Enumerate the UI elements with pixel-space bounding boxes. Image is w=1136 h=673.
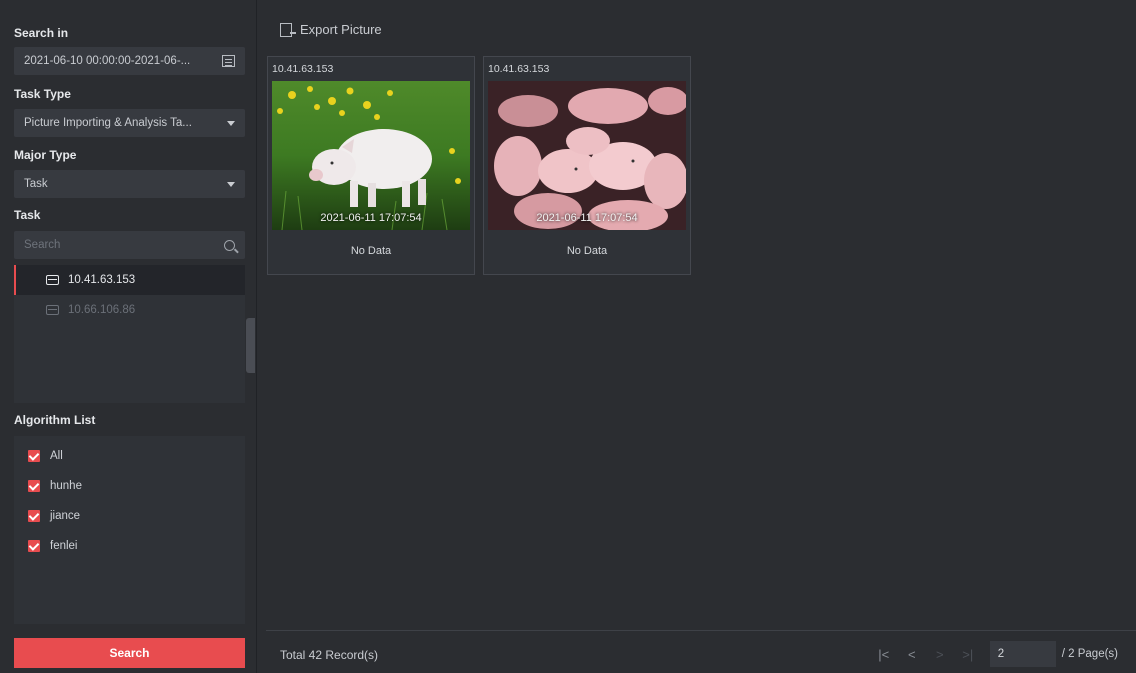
prev-page-icon[interactable]: < [898,647,926,662]
task-tree: 10.41.63.153 10.66.106.86 [14,265,245,403]
export-picture-button[interactable]: Export Picture [280,22,382,37]
page-total: / 2 Page(s) [1061,648,1118,660]
card-ip: 10.41.63.153 [272,63,334,75]
page-number-input[interactable] [989,641,1056,667]
search-button[interactable]: Search [14,638,245,668]
search-icon[interactable] [224,239,235,251]
time-range-value: 2021-06-10 00:00:00-2021-06-... [24,55,191,67]
collapse-panel-handle[interactable] [246,318,255,373]
algorithm-item-hunhe[interactable]: hunhe [14,471,245,501]
task-item-10-41-63-153[interactable]: 10.41.63.153 [14,265,245,295]
last-page-icon[interactable]: >| [954,647,982,662]
task-label: Task [14,208,41,222]
task-type-select[interactable]: Picture Importing & Analysis Ta... [14,109,245,137]
chevron-down-icon [227,181,235,187]
checkbox-checked-icon[interactable] [28,450,40,462]
result-image-piglets[interactable]: 2021-06-11 17:07:54 [488,81,686,230]
major-type-value: Task [24,178,48,190]
major-type-select[interactable]: Task [14,170,245,198]
algorithm-list-label: Algorithm List [14,413,96,427]
first-page-icon[interactable]: |< [870,647,898,662]
calendar-icon[interactable] [222,55,235,67]
export-picture-label: Export Picture [300,22,382,37]
card-status: No Data [350,245,392,257]
left-panel: Search in 2021-06-10 00:00:00-2021-06-..… [0,0,257,673]
algorithm-label: hunhe [50,480,82,492]
task-item-10-66-106-86[interactable]: 10.66.106.86 [14,295,245,325]
task-search-placeholder: Search [24,239,61,251]
export-icon [280,22,296,37]
pig-on-grass-image [272,81,470,230]
card-timestamp: 2021-06-11 17:07:54 [320,212,422,224]
task-item-label: 10.66.106.86 [68,304,136,316]
piglets-group-image [488,81,686,230]
next-page-icon[interactable]: > [926,647,954,662]
card-ip: 10.41.63.153 [488,63,550,75]
checkbox-checked-icon[interactable] [28,510,40,522]
device-icon [46,305,59,315]
task-search-input[interactable]: Search [14,231,245,259]
card-status: No Data [566,245,608,257]
result-card[interactable]: 10.41.63.153 2021-06-11 17:07:54 No Data [267,56,475,275]
device-icon [46,275,59,285]
checkbox-checked-icon[interactable] [28,540,40,552]
checkbox-checked-icon[interactable] [28,480,40,492]
card-timestamp: 2021-06-11 17:07:54 [536,212,638,224]
algorithm-label: fenlei [50,540,78,552]
main-content: Export Picture 10.41.63.153 2021-06-11 1… [258,0,1136,673]
result-card[interactable]: 10.41.63.153 2021-06-11 17:07:54 No Data [483,56,691,275]
major-type-label: Major Type [14,148,77,162]
chevron-down-icon [227,120,235,126]
task-type-value: Picture Importing & Analysis Ta... [24,117,192,129]
result-image-pig[interactable]: 2021-06-11 17:07:54 [272,81,470,230]
pagination-bar: Total 42 Record(s) |< < > >| / 2 Page(s) [266,630,1136,673]
algorithm-list: All hunhe jiance fenlei [14,436,245,624]
algorithm-item-fenlei[interactable]: fenlei [14,531,245,561]
algorithm-item-jiance[interactable]: jiance [14,501,245,531]
task-item-label: 10.41.63.153 [68,274,136,286]
search-in-label: Search in [14,26,69,40]
total-records: Total 42 Record(s) [280,648,379,662]
task-type-label: Task Type [14,87,71,101]
time-range-field[interactable]: 2021-06-10 00:00:00-2021-06-... [14,47,245,75]
algorithm-label: All [50,450,63,462]
algorithm-label: jiance [50,510,81,522]
algorithm-item-all[interactable]: All [14,441,245,471]
pager: |< < > >| / 2 Page(s) [870,641,1118,667]
